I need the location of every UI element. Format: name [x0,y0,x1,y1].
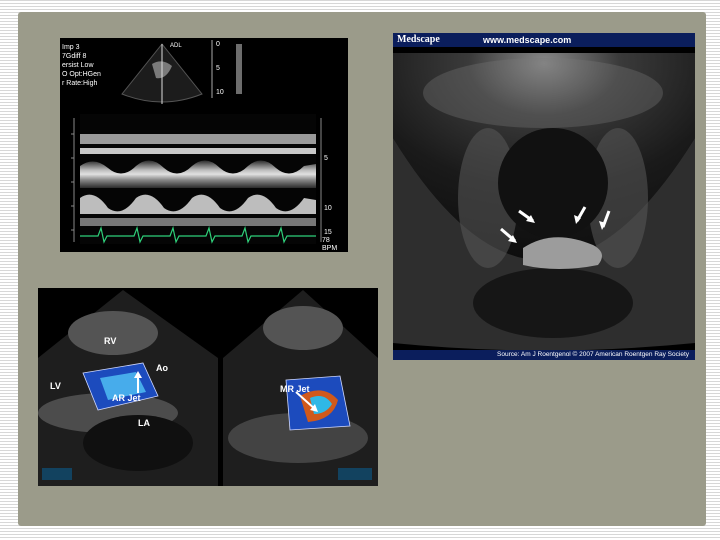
svg-text:BPM: BPM [322,245,337,252]
svg-text:0: 0 [216,41,220,48]
color-doppler-panel: RV Ao LV AR Jet LA MR Jet [38,288,378,486]
source-credit: Source: Am J Roentgenol © 2007 American … [497,351,689,358]
medscape-url: www.medscape.com [483,35,572,45]
m-mode-echo-panel: Imp 3 7Gdiff 8 ersist Low O Opt:HGen r R… [60,38,348,252]
medscape-ultrasound-panel: Medscape www.medscape.com Source: Am J R… [393,33,695,360]
svg-text:5: 5 [216,65,220,72]
doppler-image: RV Ao LV AR Jet LA MR Jet [38,288,378,486]
svg-text:Imp 3: Imp 3 [62,44,80,51]
svg-text:10: 10 [216,89,224,96]
m-mode-graphic: Imp 3 7Gdiff 8 ersist Low O Opt:HGen r R… [60,38,348,252]
label-ar-jet: AR Jet [112,393,141,403]
label-ao: Ao [156,363,168,373]
medscape-logo: Medscape [397,34,440,45]
ultrasound-sector-image [393,33,695,360]
label-la: LA [138,418,150,428]
svg-text:78: 78 [322,237,330,244]
svg-text:10: 10 [324,205,332,212]
svg-text:r Rate:High: r Rate:High [62,80,98,87]
svg-text:O Opt:HGen: O Opt:HGen [62,71,101,78]
label-rv: RV [104,336,116,346]
label-lv: LV [50,381,61,391]
m-mode-trace [80,114,316,244]
svg-text:ersist Low: ersist Low [62,62,94,69]
medscape-header-bar: Medscape www.medscape.com [393,33,695,47]
svg-text:7Gdiff 8: 7Gdiff 8 [62,53,86,60]
label-mr-jet: MR Jet [280,384,310,394]
svg-text:5: 5 [324,155,328,162]
medscape-footer-bar: Source: Am J Roentgenol © 2007 American … [393,350,695,360]
svg-text:ADL: ADL [170,43,182,49]
svg-text:15: 15 [324,229,332,236]
